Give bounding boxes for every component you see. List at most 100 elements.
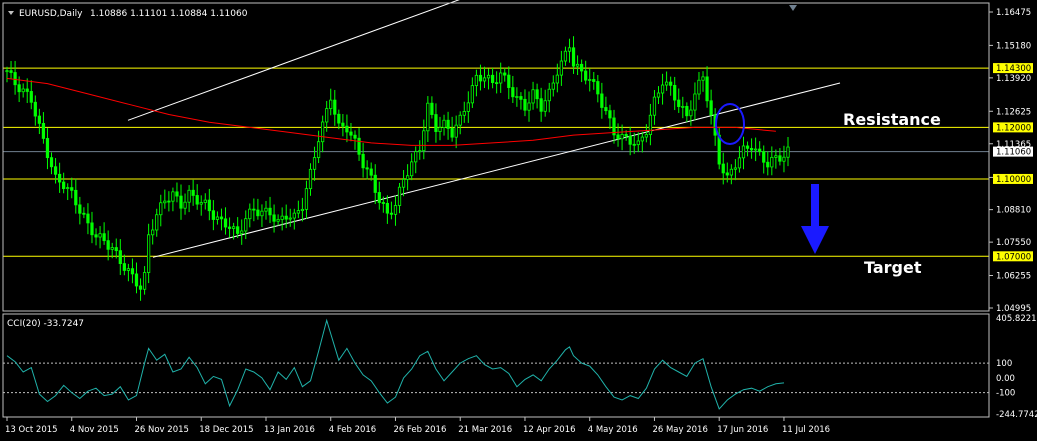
candle-body (588, 79, 592, 81)
candle-body (677, 99, 681, 107)
candle-body (632, 143, 636, 146)
candle-body (401, 178, 406, 188)
price-tick-label: 1.12625 (996, 107, 1031, 117)
candle-body (134, 273, 139, 287)
candle-body (147, 234, 151, 273)
candle-body (349, 131, 353, 136)
candle-body (596, 81, 600, 95)
candle-body (122, 263, 126, 271)
candle-body (434, 114, 438, 132)
candle-body (264, 207, 268, 212)
candle-body (377, 192, 381, 203)
price-tick-label: 1.04995 (996, 304, 1031, 314)
candle-body (660, 84, 665, 94)
time-tick-label: 26 Feb 2016 (393, 425, 446, 435)
time-tick-label: 13 Jan 2016 (264, 425, 315, 435)
candle-body (729, 168, 733, 176)
candle-body (507, 74, 511, 88)
candle-body (207, 199, 211, 212)
candle-body (478, 74, 483, 82)
candle-body (725, 172, 729, 176)
time-tick-label: 12 Apr 2016 (523, 425, 576, 435)
candle-body (519, 96, 523, 100)
candle-body (705, 76, 709, 102)
candle-body (114, 247, 118, 252)
candle-body (385, 202, 389, 214)
candle-body (288, 217, 292, 220)
candle-body (268, 207, 272, 216)
candle-body (33, 101, 37, 117)
candle-body (656, 92, 661, 98)
candle-body (296, 210, 300, 214)
candle-body (462, 111, 466, 116)
candle-body (770, 156, 774, 168)
candle-body (49, 157, 54, 168)
candle-body (151, 229, 155, 236)
candle-body (203, 199, 207, 203)
candle-body (414, 151, 418, 163)
candle-body (304, 188, 309, 210)
price-tick-label: 1.07550 (996, 238, 1031, 248)
time-tick-label: 11 Jul 2016 (782, 425, 830, 435)
candle-body (762, 151, 766, 163)
candle-body (341, 122, 345, 127)
candle-body (57, 173, 62, 183)
candle-body (551, 82, 555, 90)
candle-body (240, 230, 244, 234)
candle-body (37, 115, 41, 124)
candle-body (737, 157, 742, 169)
candle-body (499, 72, 503, 84)
candle-body (523, 98, 527, 111)
price-tick-label: 1.16475 (996, 8, 1031, 18)
candle-body (256, 209, 260, 217)
resistance-label: Resistance (843, 110, 941, 129)
candle-body (183, 201, 187, 209)
candle-body (130, 268, 135, 275)
candle-body (778, 155, 782, 162)
candle-body (86, 213, 90, 224)
candle-body (102, 233, 106, 242)
candle-body (227, 226, 232, 229)
candle-body (486, 74, 491, 79)
candle-body (575, 63, 580, 67)
candle-body (373, 174, 377, 193)
candle-body (786, 146, 790, 158)
candle-body (490, 74, 495, 84)
candle-body (701, 76, 705, 81)
candle-body (155, 214, 159, 231)
candle-body (584, 70, 588, 81)
candle-body (110, 247, 114, 250)
candle-body (697, 79, 701, 95)
candle-body (312, 157, 317, 170)
candle-body (426, 102, 430, 132)
cci-tick-label: 0.00 (996, 374, 1015, 384)
candle-body (430, 102, 434, 115)
candle-body (470, 85, 474, 104)
candle-body (231, 226, 236, 229)
candle-body (454, 124, 458, 138)
candle-body (628, 135, 632, 145)
candle-body (353, 134, 357, 139)
candle-body (608, 110, 612, 119)
candle-body (357, 137, 361, 155)
candle-body (13, 72, 17, 86)
time-tick-label: 4 Feb 2016 (329, 425, 377, 435)
candle-body (9, 70, 13, 73)
cci-tick-label: -244.7742 (996, 410, 1037, 420)
candle-body (458, 114, 462, 126)
current-price-label: 1.11060 (996, 148, 1031, 158)
candle-body (195, 195, 199, 205)
candle-body (766, 161, 770, 168)
candle-body (66, 187, 70, 190)
candle-body (248, 208, 252, 220)
candle-body (418, 150, 422, 153)
candle-body (563, 50, 568, 62)
candle-body (300, 208, 305, 212)
chart-window[interactable]: 1.164751.151801.139201.126251.113651.100… (0, 0, 1037, 441)
candle-body (652, 96, 657, 116)
candle-body (276, 219, 280, 222)
candle-body (45, 138, 50, 159)
candle-body (406, 175, 410, 180)
time-tick-label: 26 May 2016 (652, 425, 707, 435)
candle-body (446, 119, 450, 129)
